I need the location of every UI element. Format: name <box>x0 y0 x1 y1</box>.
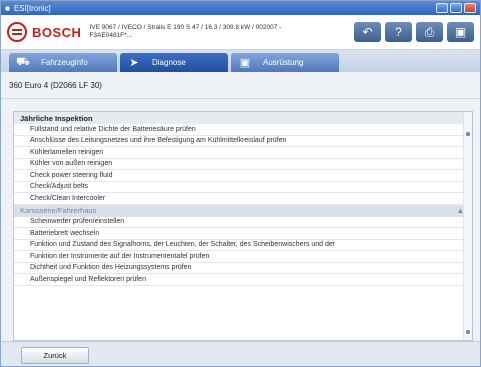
book-icon: ▣ <box>239 57 251 69</box>
maintenance-list: Jährliche Inspektion Füllstand und relat… <box>13 111 473 341</box>
back-arrow-icon[interactable]: ↶ <box>354 22 381 42</box>
tab-diagnose[interactable]: ➤ Diagnose <box>120 53 228 72</box>
list-item[interactable]: Kühler von außen reinigen <box>14 159 472 170</box>
vehicle-info: IVE 9067 / IVECO / Stralis E 190 S 47 / … <box>89 24 282 39</box>
tab-ausruestung[interactable]: ▣ Ausrüstung <box>231 53 339 72</box>
list-item[interactable]: Kühlerlamellen reinigen <box>14 147 472 159</box>
list-item[interactable]: Scheinwerfer prüfen/einstellen <box>14 217 472 228</box>
tab-label: Diagnose <box>152 58 186 67</box>
list-item[interactable]: Füllstand und relative Dichte der Batter… <box>14 124 472 136</box>
tab-label: Fahrzeuginfo <box>41 58 88 67</box>
tools-icon[interactable]: ▣ <box>447 22 474 42</box>
bosch-logo-icon <box>7 22 27 42</box>
window-title: ESI[tronic] <box>13 3 51 13</box>
help-icon[interactable]: ? <box>385 22 412 42</box>
maximize-button[interactable] <box>450 3 462 13</box>
scrollbar[interactable] <box>463 112 472 340</box>
close-button[interactable] <box>464 3 476 13</box>
section-header-annual: Jährliche Inspektion <box>14 112 472 124</box>
footer-bar: Zurück <box>1 341 480 366</box>
diagnose-icon: ➤ <box>129 57 139 69</box>
list-item[interactable]: Außenspiegel und Reflektoren prüfen <box>14 274 472 286</box>
list-item[interactable]: Batteriebrett wechseln <box>14 228 472 240</box>
app-icon: ■ <box>5 3 10 13</box>
tab-label: Ausrüstung <box>263 58 304 67</box>
tab-bar: ⛟ Fahrzeuginfo ➤ Diagnose ▣ Ausrüstung <box>1 50 480 72</box>
list-item[interactable]: Anschlüsse des Leitungsnetzes und ihre B… <box>14 136 472 147</box>
car-icon: ⛟ <box>16 55 30 68</box>
list-item[interactable]: Funktion der Instrumente auf der Instrum… <box>14 251 472 263</box>
list-item[interactable]: Check/Clean Intercooler <box>14 193 472 205</box>
minimize-button[interactable] <box>436 3 448 13</box>
print-icon[interactable]: ⎙ <box>416 22 443 42</box>
list-item[interactable]: Check/Adjust belts <box>14 182 472 193</box>
section-label: Karosserie/Fahrerhaus <box>20 206 97 215</box>
scroll-marker-icon <box>466 330 470 334</box>
scroll-marker-icon <box>466 132 470 136</box>
list-item[interactable]: Dichtheit und Funktion des Heizungssyste… <box>14 263 472 274</box>
brand-name: BOSCH <box>32 24 82 40</box>
list-item[interactable]: Check power steering fluid <box>14 170 472 182</box>
section-header-body[interactable]: Karosserie/Fahrerhaus ▲ <box>14 204 472 217</box>
vehicle-code: 360 Euro 4 (D2066 LF 30) <box>1 72 480 99</box>
title-bar: ■ ESI[tronic] <box>1 1 480 15</box>
list-item[interactable]: Funktion und Zustand des Signalhorns, de… <box>14 240 472 251</box>
header-toolbar: ↶ ? ⎙ ▣ <box>354 22 474 42</box>
app-window: ■ ESI[tronic] BOSCH IVE 9067 / IVECO / S… <box>0 0 481 367</box>
back-button[interactable]: Zurück <box>21 347 89 364</box>
header: BOSCH IVE 9067 / IVECO / Stralis E 190 S… <box>1 15 480 50</box>
tab-fahrzeuginfo[interactable]: ⛟ Fahrzeuginfo <box>9 53 117 72</box>
